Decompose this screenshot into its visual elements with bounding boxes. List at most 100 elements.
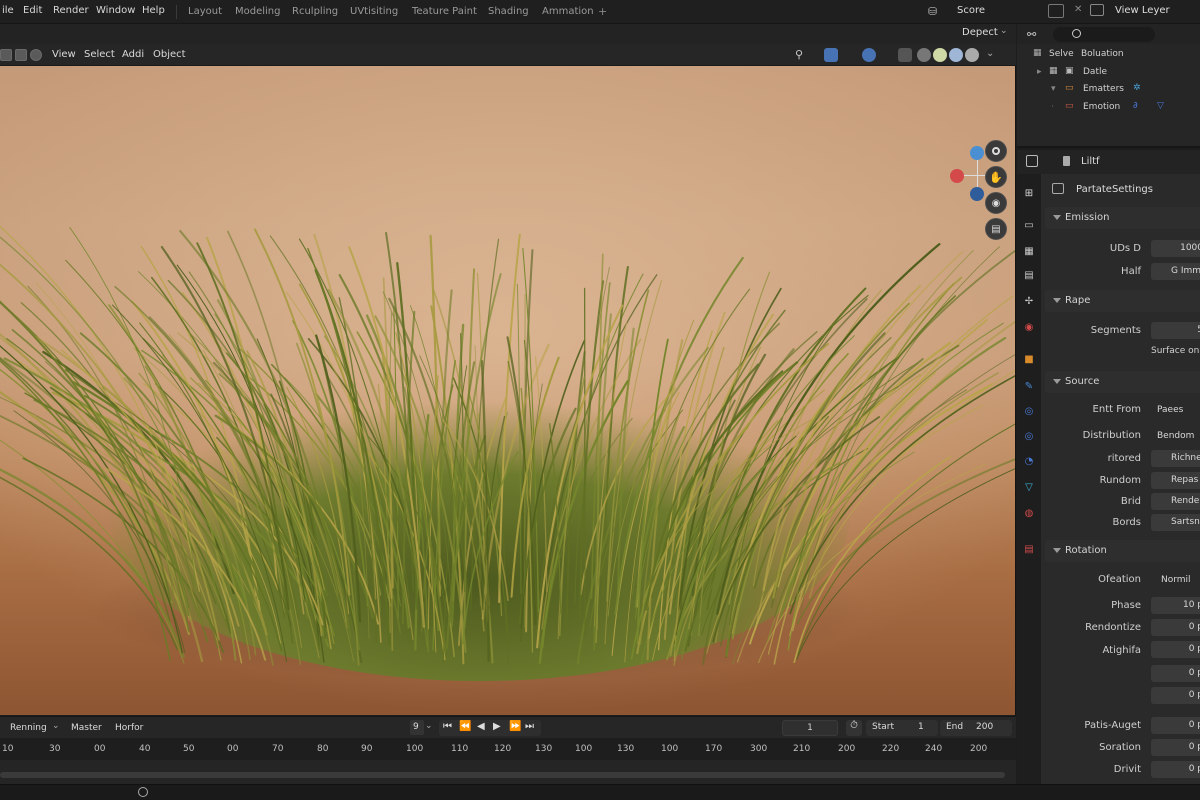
outliner-search-input[interactable] xyxy=(1053,27,1155,42)
close-scene-icon[interactable]: ✕ xyxy=(1074,4,1082,15)
gizmo-z-negative[interactable] xyxy=(970,187,984,201)
outliner-root-label[interactable]: Selve xyxy=(1049,49,1074,59)
play-reverse-icon[interactable]: ◀ xyxy=(477,721,485,732)
particles-tab-icon[interactable]: ◎ xyxy=(1022,404,1036,418)
material-tab-icon[interactable]: ◍ xyxy=(1022,506,1036,520)
timeline-ruler[interactable]: 10 30 00 40 50 00 70 80 90 100 110 120 130 100 130 100 1… xyxy=(0,738,1016,760)
atighifa-field[interactable]: 0 p xyxy=(1151,641,1200,658)
menu-edit[interactable]: Edit xyxy=(23,5,42,16)
gizmo-z-positive[interactable] xyxy=(970,146,984,160)
scene-tab-icon[interactable]: ✢ xyxy=(1022,294,1036,308)
segments-field[interactable]: 5 xyxy=(1151,322,1200,339)
menu-render[interactable]: Render xyxy=(53,5,89,16)
jump-end-icon[interactable]: ⏭ xyxy=(525,721,534,732)
menu-view[interactable]: View xyxy=(52,49,76,60)
chevron-down-icon[interactable]: ⌄ xyxy=(425,721,433,731)
ofeation-field[interactable]: Normil xyxy=(1151,572,1200,589)
add-workspace-icon[interactable]: + xyxy=(598,5,607,18)
output-tab-icon[interactable]: ▦ xyxy=(1022,244,1036,258)
physics-tab-icon[interactable]: ◎ xyxy=(1022,429,1036,443)
select-circle-icon[interactable] xyxy=(30,49,42,61)
object-tab-icon[interactable]: ■ xyxy=(1022,352,1036,366)
rendered-shading-icon[interactable] xyxy=(965,48,979,62)
tab-shading[interactable]: Shading xyxy=(488,6,529,17)
outliner-item[interactable]: Datle xyxy=(1083,67,1107,77)
chevron-down-icon[interactable]: ⌄ xyxy=(52,721,60,731)
wireframe-shading-icon[interactable] xyxy=(917,48,931,62)
perspective-toggle-icon[interactable]: ▤ xyxy=(985,218,1007,240)
world-tab-icon[interactable]: ◉ xyxy=(1022,320,1036,334)
copy-scene-icon[interactable] xyxy=(1048,4,1064,18)
brid-field[interactable]: Rende xyxy=(1151,493,1200,510)
bords-field[interactable]: Sartsn xyxy=(1151,514,1200,531)
ritored-field[interactable]: Richne xyxy=(1151,450,1200,467)
menu-file[interactable]: ile xyxy=(2,5,14,16)
tab-uv-editing[interactable]: UVtisiting xyxy=(350,6,398,17)
timeline-scrollbar[interactable] xyxy=(0,772,1005,778)
panel-emission[interactable]: Emission xyxy=(1045,207,1200,229)
distribution-field[interactable]: Bendom xyxy=(1151,428,1200,445)
view-layer-name[interactable]: View Leyer xyxy=(1115,5,1170,16)
phase-field[interactable]: 10 p xyxy=(1151,597,1200,614)
expand-arrow-icon[interactable]: ▾ xyxy=(1051,84,1056,94)
rundom-field[interactable]: Repas xyxy=(1151,472,1200,489)
drivit-field[interactable]: 0 p xyxy=(1151,761,1200,778)
patis-field[interactable]: 0 p xyxy=(1151,717,1200,734)
shading-options-icon[interactable]: ⌄ xyxy=(986,48,994,59)
transform-pivot-icon[interactable]: ⚲ xyxy=(795,48,803,61)
menu-horfor[interactable]: Horfor xyxy=(115,723,143,733)
jump-start-icon[interactable]: ⏮ xyxy=(443,721,452,732)
menu-window[interactable]: Window xyxy=(96,5,135,16)
viewport-mode-dropdown[interactable]: Depect xyxy=(962,27,998,38)
menu-master[interactable]: Master xyxy=(71,723,102,733)
scene-name[interactable]: Score xyxy=(957,5,985,16)
particle-settings-name[interactable]: PartateSettings xyxy=(1076,184,1153,195)
tab-modeling[interactable]: Modeling xyxy=(235,6,281,17)
timeline-track[interactable] xyxy=(0,760,1016,784)
prev-keyframe-icon[interactable]: ⏪ xyxy=(459,721,471,732)
uds-field[interactable]: 1000 xyxy=(1151,240,1200,257)
rotation-extra-field[interactable]: 0 p xyxy=(1151,687,1200,704)
select-extend-icon[interactable] xyxy=(15,49,27,61)
surface-option[interactable]: Surface on xyxy=(1151,346,1199,356)
menu-object[interactable]: Object xyxy=(153,49,186,60)
soration-field[interactable]: 0 p xyxy=(1151,739,1200,756)
outliner-item[interactable]: Ematters xyxy=(1083,84,1124,94)
select-box-icon[interactable] xyxy=(0,49,12,61)
menu-add[interactable]: Addi xyxy=(122,49,144,60)
camera-view-icon[interactable]: ◉ xyxy=(985,192,1007,214)
rendontize-field[interactable]: 0 p xyxy=(1151,619,1200,636)
gizmo-x-negative[interactable] xyxy=(950,169,964,183)
outliner-item[interactable]: Emotion xyxy=(1083,102,1120,112)
chevron-down-icon[interactable]: ⌄ xyxy=(1000,26,1008,36)
auto-keying-icon[interactable]: ⏱ xyxy=(846,720,862,736)
constraints-tab-icon[interactable]: ◔ xyxy=(1022,454,1036,468)
material-shading-icon[interactable] xyxy=(949,48,963,62)
overlay-icon[interactable] xyxy=(862,48,876,62)
data-tab-icon[interactable]: ▽ xyxy=(1022,480,1036,494)
filter-icon[interactable]: ▽ xyxy=(1157,101,1164,111)
emit-from-field[interactable]: Paees xyxy=(1151,402,1200,419)
outliner-editor-icon[interactable]: ⚯ xyxy=(1027,28,1036,41)
next-keyframe-icon[interactable]: ⏩ xyxy=(509,721,521,732)
start-frame-field[interactable]: Start 1 xyxy=(866,720,938,736)
zoom-icon[interactable] xyxy=(985,140,1007,162)
menu-help[interactable]: Help xyxy=(142,5,165,16)
playback-dropdown[interactable]: Renning xyxy=(10,723,47,733)
tab-layout[interactable]: Layout xyxy=(188,6,222,17)
half-field[interactable]: G Immi xyxy=(1151,263,1200,280)
end-frame-field[interactable]: End 200 xyxy=(940,720,1012,736)
properties-editor-icon[interactable] xyxy=(1026,155,1038,167)
keying-dropdown[interactable]: 9 xyxy=(410,720,424,735)
xray-icon[interactable] xyxy=(898,48,912,62)
solid-shading-icon[interactable] xyxy=(933,48,947,62)
current-frame-field[interactable]: 1 xyxy=(782,720,838,736)
rotation-extra-field[interactable]: 0 p xyxy=(1151,665,1200,682)
panel-source[interactable]: Source xyxy=(1045,371,1200,393)
tool-tab-icon[interactable]: ⊞ xyxy=(1022,186,1036,200)
texture-tab-icon[interactable]: ▤ xyxy=(1022,542,1036,556)
tab-animation[interactable]: Ammation xyxy=(542,6,594,17)
view-layer-tab-icon[interactable]: ▤ xyxy=(1022,268,1036,282)
expand-arrow-icon[interactable]: ▸ xyxy=(1037,67,1042,77)
particle-settings-row[interactable]: PartateSettings xyxy=(1049,182,1200,198)
